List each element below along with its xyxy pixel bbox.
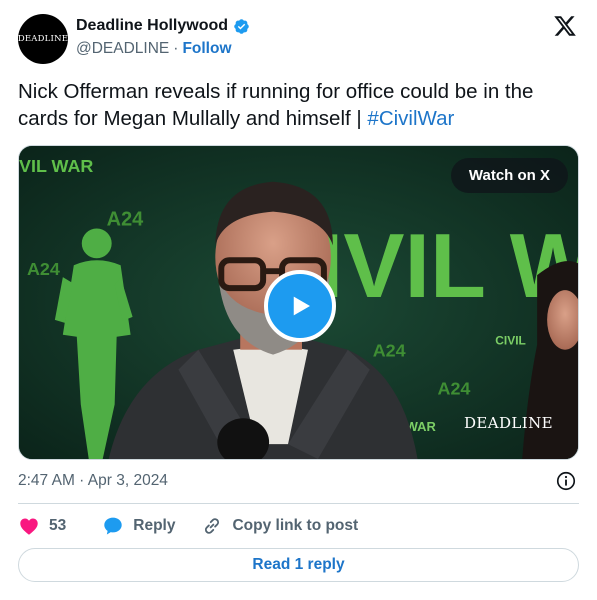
author-display-name[interactable]: Deadline Hollywood — [76, 17, 228, 35]
backdrop-logo-2: A24 — [27, 259, 60, 279]
reply-button[interactable]: Reply — [102, 515, 175, 537]
action-bar: 53 Reply Copy link to post — [18, 514, 358, 538]
author-handle[interactable]: @DEADLINE — [76, 40, 169, 58]
copy-link-label: Copy link to post — [232, 517, 359, 534]
heart-icon — [20, 518, 38, 535]
separator-dot: · — [173, 40, 179, 57]
backdrop-logo-4: A24 — [438, 378, 471, 398]
info-icon[interactable] — [555, 470, 577, 492]
play-button[interactable] — [264, 270, 336, 342]
x-logo-icon[interactable] — [553, 14, 577, 38]
read-reply-button[interactable]: Read 1 reply — [18, 548, 579, 582]
backdrop-text-left: VIL WAR — [19, 156, 93, 176]
copy-link-button[interactable]: Copy link to post — [201, 515, 358, 537]
reply-label: Reply — [133, 517, 176, 534]
author-avatar[interactable]: DEADLINE — [18, 14, 68, 64]
embedded-tweet: DEADLINE Deadline Hollywood @DEADLINE · … — [0, 0, 597, 600]
backdrop-logo-3: A24 — [373, 341, 406, 361]
tweet-body: Nick Offerman reveals if running for off… — [18, 80, 534, 130]
hashtag-link[interactable]: #CivilWar — [367, 107, 454, 130]
watch-on-x-button[interactable]: Watch on X — [450, 158, 568, 193]
video-thumbnail[interactable]: VIL WAR IVIL WA A24 A24 A24 A24 CIVIL WA… — [18, 145, 579, 460]
follow-link[interactable]: Follow — [182, 40, 231, 58]
author-name-row: Deadline Hollywood — [76, 17, 250, 35]
post-timestamp[interactable]: 2:47 AM · Apr 3, 2024 — [18, 472, 168, 490]
play-icon — [293, 296, 310, 316]
reply-bubble-icon — [104, 517, 122, 535]
backdrop-text-small: CIVIL — [495, 334, 526, 348]
like-button[interactable]: 53 — [18, 515, 66, 537]
divider — [18, 503, 579, 504]
link-icon — [205, 518, 220, 534]
like-count: 53 — [49, 517, 67, 534]
backdrop-logo-1: A24 — [107, 209, 144, 231]
verified-badge-icon — [234, 18, 249, 34]
author-handle-row: @DEADLINE · Follow — [76, 40, 232, 58]
deadline-watermark: DEADLINE — [464, 414, 553, 432]
tweet-text: Nick Offerman reveals if running for off… — [18, 78, 583, 132]
avatar-logo-text: DEADLINE — [17, 34, 69, 44]
